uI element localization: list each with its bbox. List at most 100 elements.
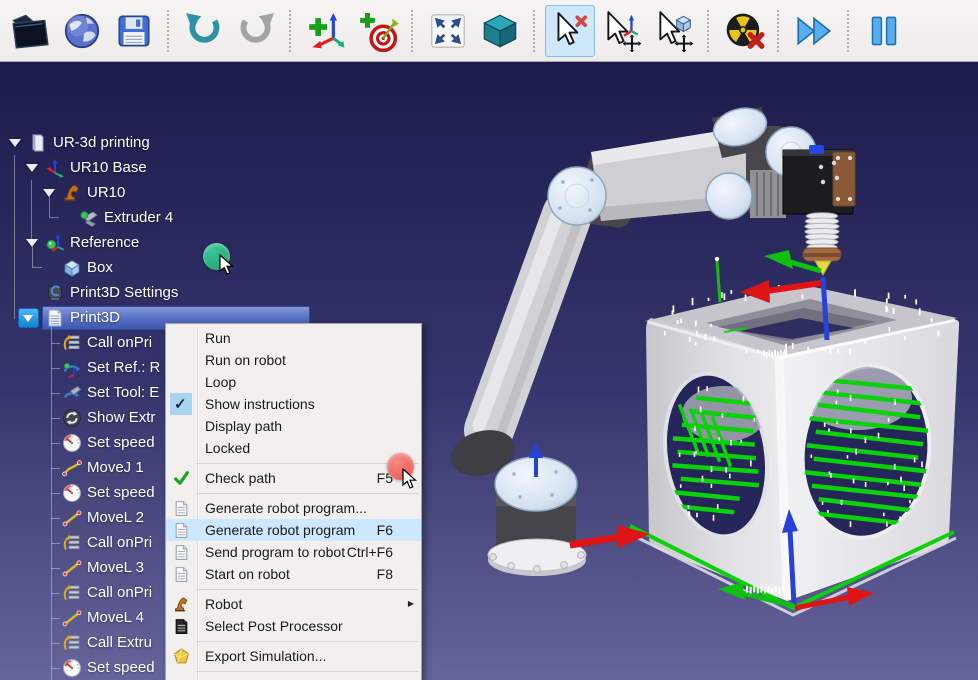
add-frame-icon	[305, 10, 347, 52]
website-button[interactable]	[57, 5, 107, 57]
expand-arrow-icon[interactable]	[25, 162, 39, 174]
tree-item-label: Call onPri	[87, 534, 152, 551]
robot-icon	[62, 183, 82, 203]
tree-connector	[49, 194, 59, 218]
tree-item-print3d-settings[interactable]: Print3D Settings	[0, 281, 430, 306]
checkbox-checked-icon	[166, 393, 198, 415]
menu-item-run[interactable]: Run	[166, 327, 421, 349]
call-icon	[62, 583, 82, 603]
add-reference-frame-button[interactable]	[301, 5, 351, 57]
menu-item-label: Check path	[198, 470, 276, 486]
menu-shortcut: Ctrl+F6	[347, 544, 393, 560]
collision-icon	[723, 10, 765, 52]
tree-item-label: UR-3d printing	[53, 134, 150, 151]
add-icon	[166, 675, 198, 680]
menu-item-show-instructions[interactable]: Show instructions	[166, 393, 421, 415]
expand-arrow-icon[interactable]	[8, 137, 22, 149]
toolbar-separator	[411, 10, 413, 52]
fit-all-button[interactable]	[423, 5, 473, 57]
menu-item-loop[interactable]: Loop	[166, 371, 421, 393]
movej-icon	[62, 458, 82, 478]
fast-forward-icon	[793, 10, 835, 52]
print-settings-icon	[45, 283, 65, 303]
station-icon	[28, 133, 48, 153]
mouse-cursor-icon	[402, 468, 418, 490]
menu-item-locked[interactable]: Locked	[166, 437, 421, 459]
pause-icon	[863, 10, 905, 52]
open-button[interactable]	[5, 5, 55, 57]
document-icon	[166, 497, 198, 519]
save-icon	[113, 10, 155, 52]
menu-item-generate-robot-program[interactable]: Generate robot program...	[166, 497, 421, 519]
menu-item-export-simulation[interactable]: Export Simulation...	[166, 645, 421, 667]
export-icon	[166, 645, 198, 667]
tree-connector	[51, 668, 60, 669]
tree-item-label: Set Tool: E	[87, 384, 159, 401]
tool-icon	[79, 208, 99, 228]
tree-connector	[32, 244, 42, 268]
box-icon	[62, 258, 82, 278]
save-button[interactable]	[109, 5, 159, 57]
move-reference-button[interactable]	[597, 5, 647, 57]
call-icon	[62, 333, 82, 353]
printed-cube	[628, 284, 959, 615]
redo-button[interactable]	[231, 5, 281, 57]
menu-item-check-path[interactable]: Check pathF5	[166, 467, 421, 489]
cursor-select-icon	[549, 10, 591, 52]
menu-separator	[166, 667, 421, 675]
tree-item-label: MoveL 2	[87, 509, 144, 526]
toolbar-separator	[777, 10, 779, 52]
isometric-view-button[interactable]	[475, 5, 525, 57]
menu-item-label: Start on robot	[198, 566, 290, 582]
menu-item-start-on-robot[interactable]: Start on robot F8	[166, 563, 421, 585]
tree-connector	[51, 343, 60, 344]
viewport-3d[interactable]: UR-3d printingUR10 BaseUR10Extruder 4Ref…	[0, 62, 978, 680]
menu-shortcut: F8	[377, 566, 393, 582]
tree-item-label: Box	[87, 259, 113, 276]
toolbar-separator	[533, 10, 535, 52]
toolbar-separator	[167, 10, 169, 52]
check-green-icon	[166, 467, 198, 489]
menu-icon-gutter	[166, 437, 198, 459]
tree-item-extruder-4[interactable]: Extruder 4	[0, 206, 430, 231]
tree-item-ur-3d-printing[interactable]: UR-3d printing	[0, 131, 430, 156]
menu-separator	[166, 585, 421, 593]
move-object-button[interactable]	[649, 5, 699, 57]
mouse-cursor-icon	[219, 254, 235, 276]
tree-item-label: Call onPri	[87, 334, 152, 351]
set-tool-icon	[62, 383, 82, 403]
redo-icon	[235, 10, 277, 52]
menu-item-robot[interactable]: Robot▶	[166, 593, 421, 615]
toolbar-separator	[707, 10, 709, 52]
toolbar-separator	[289, 10, 291, 52]
menu-item-send-program-to-robot[interactable]: Send program to robotCtrl+F6	[166, 541, 421, 563]
menu-item-display-path[interactable]: Display path	[166, 415, 421, 437]
tree-connector	[51, 543, 60, 544]
tree-item-label: UR10 Base	[70, 159, 147, 176]
tree-item-label: Extruder 4	[104, 209, 173, 226]
tree-connector	[51, 368, 60, 369]
tree-item-ur10[interactable]: UR10	[0, 181, 430, 206]
fast-simulation-button[interactable]	[789, 5, 839, 57]
tree-item-label: Print3D	[70, 309, 120, 326]
menu-item-generate-robot-program[interactable]: Generate robot programF6	[166, 519, 421, 541]
select-button[interactable]	[545, 5, 595, 57]
fit-view-icon	[427, 10, 469, 52]
menu-item-run-on-robot[interactable]: Run on robot	[166, 349, 421, 371]
menu-item-label: Show instructions	[198, 396, 315, 412]
add-target-button[interactable]	[353, 5, 403, 57]
tree-connector	[51, 593, 60, 594]
show-icon	[62, 408, 82, 428]
tree-item-label: UR10	[87, 184, 125, 201]
tree-item-label: Set Ref.: R	[87, 359, 160, 376]
undo-button[interactable]	[179, 5, 229, 57]
robot-icon	[166, 593, 198, 615]
menu-item-label: Loop	[198, 374, 236, 390]
context-menu: RunRun on robot Loop Show instructions Disp…	[165, 323, 422, 680]
check-collisions-button[interactable]	[719, 5, 769, 57]
expand-arrow-icon[interactable]	[18, 308, 39, 328]
menu-item-add-instruction[interactable]: Add Instruction▶	[166, 675, 421, 680]
pause-button[interactable]	[859, 5, 909, 57]
menu-item-select-post-processor[interactable]: Select Post Processor	[166, 615, 421, 637]
tree-item-ur10-base[interactable]: UR10 Base	[0, 156, 430, 181]
